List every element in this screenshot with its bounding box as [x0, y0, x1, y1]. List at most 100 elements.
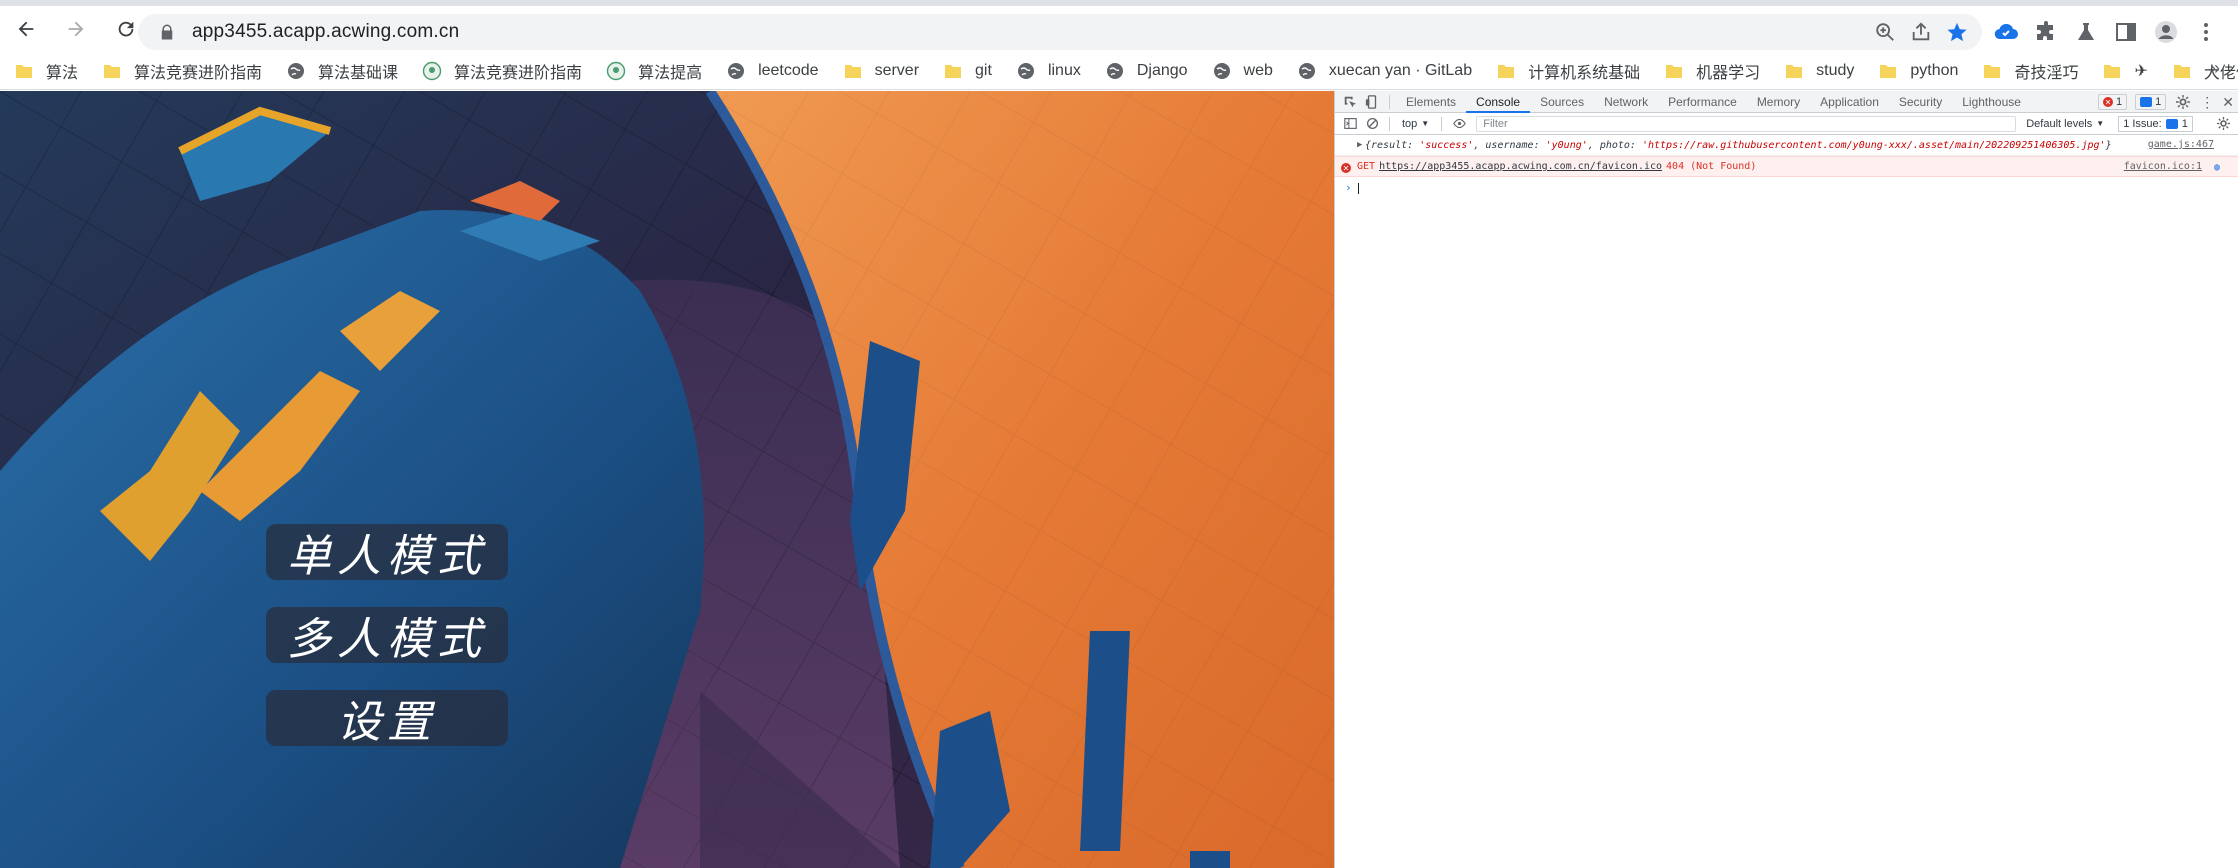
bookmark-item[interactable]: Django — [1105, 61, 1188, 81]
divider — [1389, 94, 1390, 109]
console-prompt[interactable]: › — [1335, 177, 2238, 198]
issues-label: 1 Issue: — [2123, 117, 2162, 130]
bookmarks-overflow-button[interactable]: » — [2210, 58, 2220, 79]
bookmark-item[interactable]: 大佬们 — [2172, 59, 2238, 83]
folder-icon — [2173, 64, 2190, 78]
console-toolbar: top ▼ Filter Default levels ▼ 1 Issue: 1 — [1335, 113, 2238, 135]
devtools-tab-sources[interactable]: Sources — [1530, 91, 1594, 113]
bookmark-item[interactable]: python — [1878, 61, 1958, 81]
devtools-tab-elements[interactable]: Elements — [1396, 91, 1466, 113]
lock-icon[interactable] — [158, 23, 176, 41]
zoom-icon[interactable] — [1874, 21, 1896, 43]
error-count-badge[interactable]: ✕ 1 — [2098, 94, 2128, 110]
log-string: 'y0ung' — [1545, 139, 1588, 151]
url-text[interactable]: app3455.acapp.acwing.com.cn — [192, 21, 459, 43]
log-source-link[interactable]: game.js:467 — [2148, 139, 2214, 150]
error-source-link[interactable]: favicon.ico:1 — [2124, 161, 2202, 172]
address-bar[interactable]: app3455.acapp.acwing.com.cn — [138, 14, 1982, 50]
settings-button[interactable]: 设置 — [266, 690, 508, 748]
device-toolbar-icon[interactable] — [1361, 91, 1383, 113]
kebab-menu-icon[interactable] — [2194, 20, 2218, 44]
back-icon[interactable] — [8, 11, 44, 47]
clear-console-icon[interactable] — [1361, 113, 1383, 135]
console-settings-gear-icon[interactable] — [2212, 113, 2234, 135]
sidebar-toggle-icon[interactable] — [1339, 113, 1361, 135]
devtools-tab-performance[interactable]: Performance — [1658, 91, 1747, 113]
issues-button[interactable]: 1 Issue: 1 — [2118, 115, 2193, 132]
bookmark-star-icon[interactable] — [1946, 21, 1968, 43]
extensions-icon[interactable] — [2034, 20, 2058, 44]
log-object[interactable]: {result: 'success', username: 'y0ung', p… — [1357, 140, 2112, 151]
log-levels-dropdown[interactable]: Default levels ▼ — [2026, 118, 2104, 130]
acwing-icon — [606, 61, 626, 80]
bookmark-label: web — [1243, 61, 1273, 79]
context-select[interactable]: top ▼ — [1396, 118, 1435, 130]
bookmark-label: 算法基础课 — [318, 64, 399, 82]
profile-avatar-icon[interactable] — [2154, 20, 2178, 44]
bookmark-label: linux — [1047, 61, 1081, 79]
log-text: } — [2105, 139, 2112, 151]
labs-icon[interactable] — [2074, 20, 2098, 44]
more-options-icon[interactable]: ⋮ — [2200, 94, 2214, 111]
bookmark-item[interactable]: ✈ — [2102, 61, 2148, 81]
multi-player-button[interactable]: 多人模式 — [266, 607, 508, 665]
devtools-tab-security[interactable]: Security — [1889, 91, 1952, 113]
devtools-tab-network[interactable]: Network — [1594, 91, 1658, 113]
devtools-tab-application[interactable]: Application — [1810, 91, 1889, 113]
single-player-button[interactable]: 单人模式 — [266, 524, 508, 582]
folder-icon — [16, 64, 32, 78]
error-status: 404 (Not Found) — [1666, 161, 1757, 172]
game-background-image — [0, 91, 1334, 868]
bookmark-label: 算法竞赛进阶指南 — [454, 64, 583, 82]
live-expression-eye-icon[interactable] — [1448, 113, 1470, 135]
bookmark-item[interactable]: study — [1784, 61, 1854, 81]
message-count: 1 — [2155, 96, 2162, 108]
console-log-entry[interactable]: ▶ {result: 'success', username: 'y0ung',… — [1335, 135, 2238, 156]
game-viewport[interactable]: 单人模式 多人模式 设置 — [0, 91, 1334, 868]
expand-triangle-icon[interactable]: ▶ — [1357, 140, 1362, 150]
console-error-entry[interactable]: ✕ GET https://app3455.acapp.acwing.com.c… — [1335, 156, 2238, 177]
bookmark-item[interactable]: xuecan yan · GitLab — [1297, 61, 1472, 81]
close-devtools-icon[interactable]: ✕ — [2222, 94, 2234, 111]
bookmark-item[interactable]: git — [943, 61, 992, 81]
bookmark-item[interactable]: linux — [1016, 61, 1081, 81]
bookmark-item[interactable]: 算法 — [14, 59, 78, 83]
message-icon — [2140, 97, 2153, 107]
error-url-link[interactable]: https://app3455.acapp.acwing.com.cn/favi… — [1379, 161, 1662, 172]
console-filter-input[interactable]: Filter — [1476, 115, 2017, 132]
devtools-tab-console[interactable]: Console — [1466, 91, 1531, 113]
bookmark-item[interactable]: 算法基础课 — [286, 59, 398, 83]
bookmark-item[interactable]: server — [843, 61, 919, 81]
devtools-tab-memory[interactable]: Memory — [1747, 91, 1810, 113]
bookmark-item[interactable]: 奇技淫巧 — [1982, 59, 2078, 83]
error-icon: ✕ — [2103, 97, 2114, 107]
network-globe-icon[interactable]: ◍ — [2214, 162, 2220, 173]
bookmark-item[interactable]: 算法竞赛进阶指南 — [102, 59, 262, 83]
message-count-badge[interactable]: 1 — [2135, 94, 2167, 110]
bookmark-item[interactable]: 算法竞赛进阶指南 — [422, 59, 582, 83]
side-panel-icon[interactable] — [2114, 20, 2138, 44]
bookmark-item[interactable]: 算法提高 — [606, 59, 702, 83]
cloud-sync-icon[interactable] — [1994, 20, 2018, 44]
globe-icon — [1106, 62, 1123, 79]
forward-icon[interactable] — [58, 11, 94, 47]
devtools-tab-lighthouse[interactable]: Lighthouse — [1952, 91, 2031, 113]
bookmark-item[interactable]: 计算机系统基础 — [1496, 59, 1640, 83]
share-icon[interactable] — [1910, 21, 1932, 43]
bookmark-label: 算法竞赛进阶指南 — [134, 64, 263, 82]
bookmark-label: 计算机系统基础 — [1528, 64, 1641, 82]
inspect-element-icon[interactable] — [1339, 91, 1361, 113]
devtools-panel: Elements Console Sources Network Performance… — [1334, 91, 2238, 868]
bookmark-item[interactable]: web — [1212, 61, 1273, 81]
context-label: top — [1402, 117, 1418, 130]
globe-icon — [1298, 62, 1315, 79]
dropdown-arrow-icon: ▼ — [2096, 119, 2105, 128]
bookmark-item[interactable]: leetcode — [726, 61, 819, 81]
log-text: , username: — [1473, 139, 1546, 151]
settings-gear-icon[interactable] — [2174, 91, 2192, 113]
bookmark-label: Django — [1136, 61, 1188, 79]
folder-icon — [1786, 64, 1803, 78]
devtools-tabbar: Elements Console Sources Network Performance… — [1335, 91, 2238, 113]
bookmark-item[interactable]: 机器学习 — [1664, 59, 1760, 83]
bookmark-label: server — [874, 61, 920, 79]
